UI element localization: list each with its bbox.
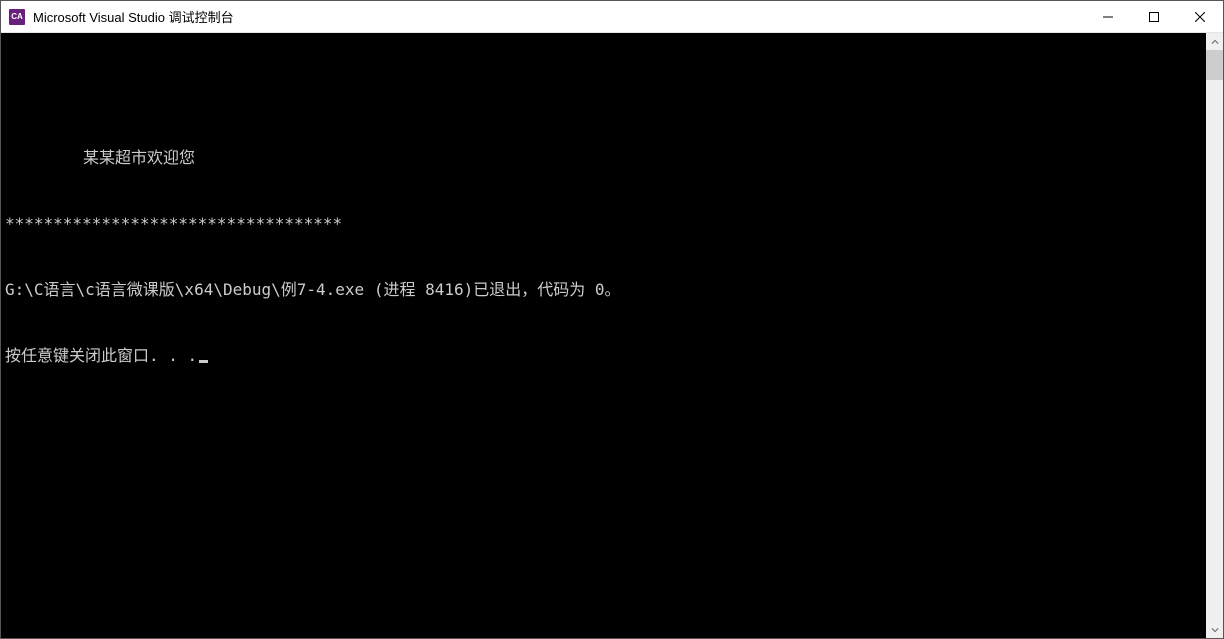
minimize-button[interactable] — [1085, 1, 1131, 32]
console-line-stars: *********************************** — [1, 213, 1206, 235]
window-controls — [1085, 1, 1223, 32]
scroll-up-button[interactable] — [1206, 33, 1223, 50]
console-line-welcome: 某某超市欢迎您 — [1, 147, 1206, 169]
vertical-scrollbar[interactable] — [1206, 33, 1223, 638]
scrollbar-thumb[interactable] — [1206, 50, 1223, 80]
maximize-button[interactable] — [1131, 1, 1177, 32]
scrollbar-track[interactable] — [1206, 50, 1223, 621]
window-titlebar: CA Microsoft Visual Studio 调试控制台 — [1, 1, 1223, 33]
console-line-exit: G:\C语言\c语言微课版\x64\Debug\例7-4.exe (进程 841… — [1, 279, 1206, 301]
app-icon: CA — [9, 9, 25, 25]
scroll-down-button[interactable] — [1206, 621, 1223, 638]
console-output[interactable]: 某某超市欢迎您 ********************************… — [1, 33, 1206, 638]
window-title: Microsoft Visual Studio 调试控制台 — [33, 7, 1085, 26]
close-button[interactable] — [1177, 1, 1223, 32]
blank-line — [1, 81, 1206, 103]
client-area: 某某超市欢迎您 ********************************… — [1, 33, 1223, 638]
text-cursor — [199, 360, 208, 363]
console-line-prompt: 按任意键关闭此窗口. . . — [1, 345, 1206, 367]
prompt-text: 按任意键关闭此窗口. . . — [5, 346, 197, 365]
